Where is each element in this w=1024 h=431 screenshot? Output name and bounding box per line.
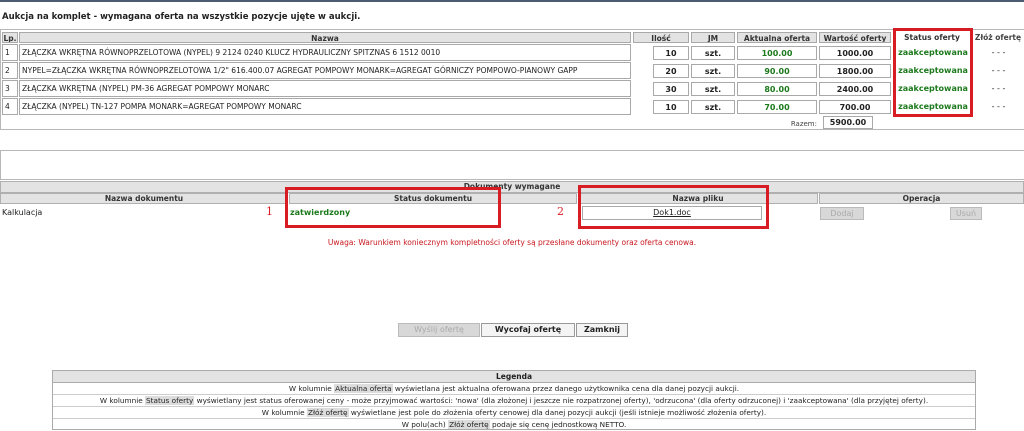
submit-offer-placeholder: - - - (991, 66, 1006, 75)
col-header-name: Nazwa (19, 32, 631, 43)
legend-panel: Legenda W kolumnie Aktualna oferta wyświ… (52, 370, 976, 430)
offer-value-field: 700.00 (819, 100, 891, 114)
submit-offer-placeholder: - - - (991, 84, 1006, 93)
annotation-number: 2 (557, 205, 564, 218)
unit-field: szt. (691, 100, 735, 114)
documents-title: Dokumenty wymagane (0, 181, 1024, 193)
unit-field: szt. (691, 64, 735, 78)
table-row-name: NYPEL=ZŁĄCZKA WKRĘTNA RÓWNOPRZELOTOWA 1/… (19, 62, 631, 79)
col-header-lp: Lp. (2, 32, 18, 43)
current-offer-field: 70.00 (737, 100, 817, 114)
offer-value-field: 2400.00 (819, 82, 891, 96)
auction-title: Aukcja na komplet - wymagana oferta na w… (2, 12, 361, 22)
col-header-submit: Złóż ofertę (974, 33, 1022, 42)
total-value: 5900.00 (823, 116, 873, 129)
status-column-highlight (893, 28, 973, 117)
add-document-button[interactable]: Dodaj (820, 207, 864, 220)
table-row-lp: 4 (2, 98, 18, 115)
table-row-name: ZŁĄCZKA WKRĘTNA (NYPEL) PM-36 AGREGAT PO… (19, 80, 631, 97)
legend-title: Legenda (53, 371, 975, 383)
empty-panel (0, 150, 1024, 180)
offer-value-field: 1800.00 (819, 64, 891, 78)
quantity-field: 30 (653, 82, 689, 96)
submit-offer-placeholder: - - - (991, 48, 1006, 57)
table-row-lp: 1 (2, 44, 18, 61)
col-header-qty: Ilość (633, 32, 689, 43)
annotation-number: 1 (266, 205, 273, 218)
withdraw-offer-button[interactable]: Wycofaj ofertę (481, 323, 575, 337)
top-border (0, 0, 1024, 2)
send-offer-button[interactable]: Wyślij ofertę (398, 323, 480, 337)
current-offer-field: 100.00 (737, 46, 817, 60)
table-row-lp: 3 (2, 80, 18, 97)
table-row-name: ZŁĄCZKA (NYPEL) TN-127 POMPA MONARK=AGRE… (19, 98, 631, 115)
close-button[interactable]: Zamknij (576, 323, 628, 337)
delete-document-button[interactable]: Usuń (950, 207, 982, 220)
col-header-current-offer: Aktualna oferta (737, 32, 817, 43)
table-row-lp: 2 (2, 62, 18, 79)
warning-message: Uwaga: Warunkiem koniecznym kompletności… (327, 238, 697, 247)
col-header-unit: JM (691, 32, 735, 43)
table-row-name: ZŁĄCZKA WKRĘTNA RÓWNOPRZELOTOWA (NYPEL) … (19, 44, 631, 61)
unit-field: szt. (691, 46, 735, 60)
submit-offer-placeholder: - - - (991, 102, 1006, 111)
current-offer-field: 90.00 (737, 64, 817, 78)
unit-field: szt. (691, 82, 735, 96)
legend-line: W polu(ach) Złóż ofertę podaje się cenę … (401, 420, 627, 429)
legend-line: W kolumnie Aktualna oferta wyświetlana j… (53, 383, 975, 395)
offer-value-field: 1000.00 (819, 46, 891, 60)
items-table: Lp. Nazwa Ilość JM Aktualna oferta Warto… (0, 29, 1024, 130)
col-header-document-name: Nazwa dokumentu (0, 193, 288, 204)
legend-line: W kolumnie Status oferty wyświetlany jes… (53, 395, 975, 407)
quantity-field: 10 (653, 100, 689, 114)
documents-section: Dokumenty wymagane Nazwa dokumentu Statu… (0, 181, 1024, 225)
total-label: Razem: (790, 120, 817, 128)
document-name: Kalkulacja (2, 208, 43, 217)
quantity-field: 20 (653, 64, 689, 78)
quantity-field: 10 (653, 46, 689, 60)
file-annotation-box (578, 185, 769, 229)
status-annotation-box (285, 187, 501, 228)
col-header-offer-value: Wartość oferty (819, 32, 891, 43)
current-offer-field: 80.00 (737, 82, 817, 96)
legend-line: W kolumnie Złóż ofertę wyświetlane jest … (53, 407, 975, 419)
col-header-operation: Operacja (819, 193, 1024, 204)
